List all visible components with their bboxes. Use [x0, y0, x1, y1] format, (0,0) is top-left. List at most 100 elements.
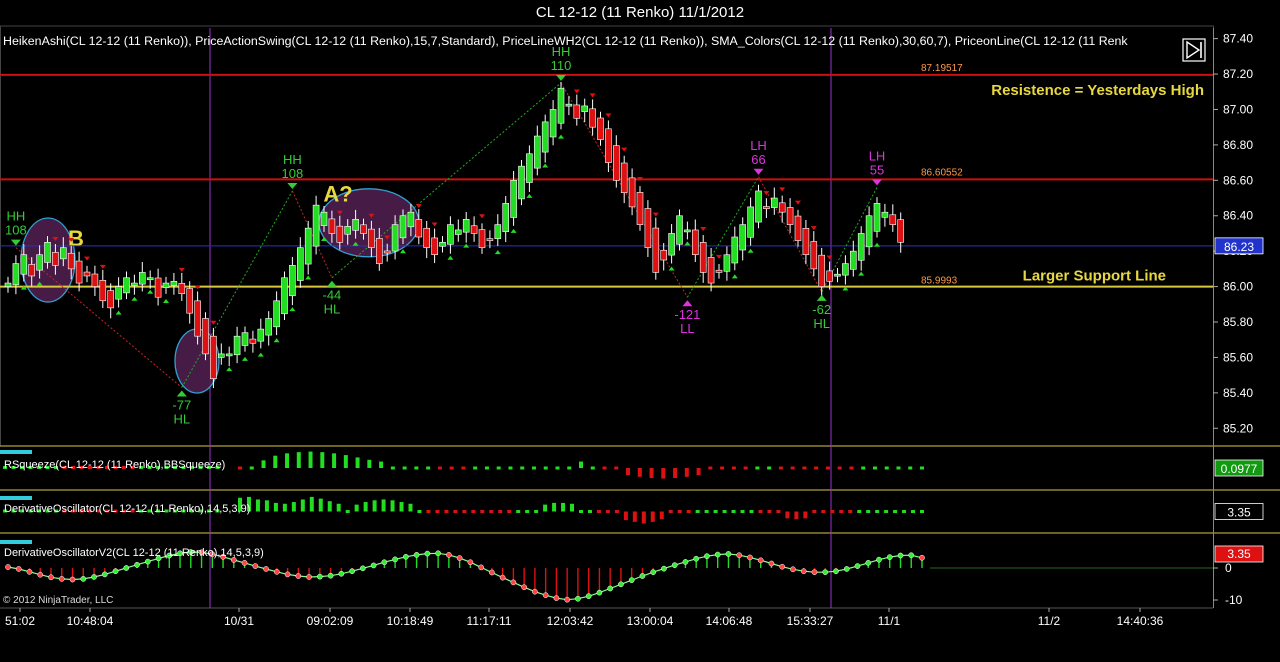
deriv2-dot — [800, 568, 807, 575]
deriv2-dot — [747, 554, 753, 561]
swing-type: LH — [869, 148, 886, 163]
x-tick-label: 51:02 — [5, 614, 35, 628]
deriv-osc-bar — [408, 503, 413, 512]
indicator-legend: HeikenAshi(CL 12-12 (11 Renko)), PriceAc… — [3, 34, 1128, 48]
deriv-osc-bar — [255, 499, 260, 512]
deriv2-dot — [908, 552, 915, 559]
candle-body — [620, 162, 628, 194]
deriv2-dot — [919, 554, 925, 561]
deriv-osc-bar — [390, 500, 395, 512]
candle-body — [281, 277, 288, 315]
swing-marker — [872, 179, 882, 186]
candle-body — [707, 257, 715, 284]
deriv-osc-bar — [552, 502, 557, 512]
deriv2-dot — [704, 553, 710, 560]
candle-body — [636, 192, 644, 225]
deriv2-dot — [489, 569, 495, 576]
deriv-osc-dot — [587, 510, 592, 513]
deriv-osc-dot — [579, 510, 583, 513]
close-panel-icon[interactable] — [1182, 38, 1206, 62]
deriv-osc-bar — [273, 502, 278, 512]
y-tick-label: 86.80 — [1223, 138, 1253, 152]
deriv-osc-bar — [381, 499, 386, 512]
swing-value: -121 — [674, 307, 700, 322]
deriv2-dot — [349, 568, 355, 575]
candle-body — [447, 224, 454, 245]
deriv-osc-dot — [444, 510, 449, 513]
squeeze-bar — [296, 452, 301, 468]
deriv2-dot — [58, 576, 65, 582]
deriv2-dot — [843, 566, 850, 572]
candle-body — [770, 197, 778, 208]
x-tick-label: 11/1 — [878, 614, 901, 628]
squeeze-dot — [872, 466, 877, 470]
trend-arrow-up — [858, 271, 865, 276]
squeeze-dot — [614, 466, 619, 470]
candle-body — [273, 300, 280, 328]
candle-body — [597, 117, 604, 140]
deriv-osc-dot — [677, 510, 682, 513]
trend-arrow-up — [542, 163, 549, 168]
squeeze-dot — [731, 466, 736, 470]
deriv2-dot — [553, 595, 560, 601]
deriv-osc-bar — [291, 502, 296, 512]
deriv-osc-bar — [803, 511, 808, 519]
y-tick-label: 87.40 — [1223, 32, 1253, 46]
squeeze-dot — [520, 466, 525, 470]
squeeze-dot — [837, 466, 842, 470]
trend-arrow-down — [431, 222, 438, 227]
candle-body — [12, 263, 20, 286]
deriv2-dot — [284, 571, 291, 578]
squeeze-dot — [802, 466, 807, 470]
squeeze-dot — [484, 466, 489, 470]
x-tick-label: 10:48:04 — [67, 614, 114, 628]
candle-body — [873, 203, 881, 232]
squeeze-dot — [249, 466, 254, 470]
deriv-osc-bar — [363, 502, 368, 512]
candle-body — [265, 318, 273, 336]
deriv-osc-dot — [435, 510, 440, 513]
swing-value: -62 — [812, 302, 831, 317]
resistance-value-label: 86.60552 — [921, 167, 963, 178]
chart-canvas[interactable]: BA? 87.19517Resistence = Yesterdays High… — [0, 0, 1280, 662]
deriv2-dot — [392, 556, 398, 563]
candle-body — [154, 277, 162, 298]
trend-arrow-up — [115, 310, 122, 315]
candle-body — [210, 335, 217, 379]
deriv2-dot — [263, 566, 269, 572]
trend-arrow-down — [589, 93, 596, 98]
candle-body — [723, 254, 731, 272]
candle-body — [131, 282, 138, 286]
deriv2-dot — [897, 552, 904, 559]
trend-arrow-down — [716, 254, 722, 259]
deriv2-dot — [26, 568, 33, 575]
deriv2-dot — [671, 562, 678, 568]
deriv-osc-dot — [848, 510, 853, 513]
candle-body — [320, 211, 328, 226]
candle-body — [225, 353, 233, 357]
candle-body — [170, 280, 178, 286]
candle-body — [857, 233, 865, 261]
y-tick-label: 85.40 — [1223, 386, 1253, 400]
squeeze-dot — [567, 466, 572, 470]
candle-body — [763, 206, 770, 209]
candle-body — [146, 277, 154, 281]
candle-body — [241, 332, 249, 346]
candle-body — [526, 153, 533, 183]
swing-marker — [753, 168, 764, 175]
deriv2-dot — [510, 579, 517, 586]
candle-body — [612, 145, 620, 181]
candle-body — [494, 224, 502, 239]
candle-body — [336, 225, 344, 243]
x-tick-label: 13:00:04 — [627, 614, 674, 628]
deriv-osc-bar — [309, 496, 314, 512]
deriv2-dot — [338, 570, 345, 577]
trend-arrow-up — [684, 241, 691, 246]
candle-body — [360, 224, 367, 234]
deriv2-dot — [757, 557, 764, 564]
deriv2-dot — [639, 573, 646, 579]
trend-arrow-down — [826, 255, 833, 260]
candle-body — [431, 237, 438, 256]
trend-arrow-down — [415, 204, 422, 209]
candle-body — [731, 236, 739, 264]
